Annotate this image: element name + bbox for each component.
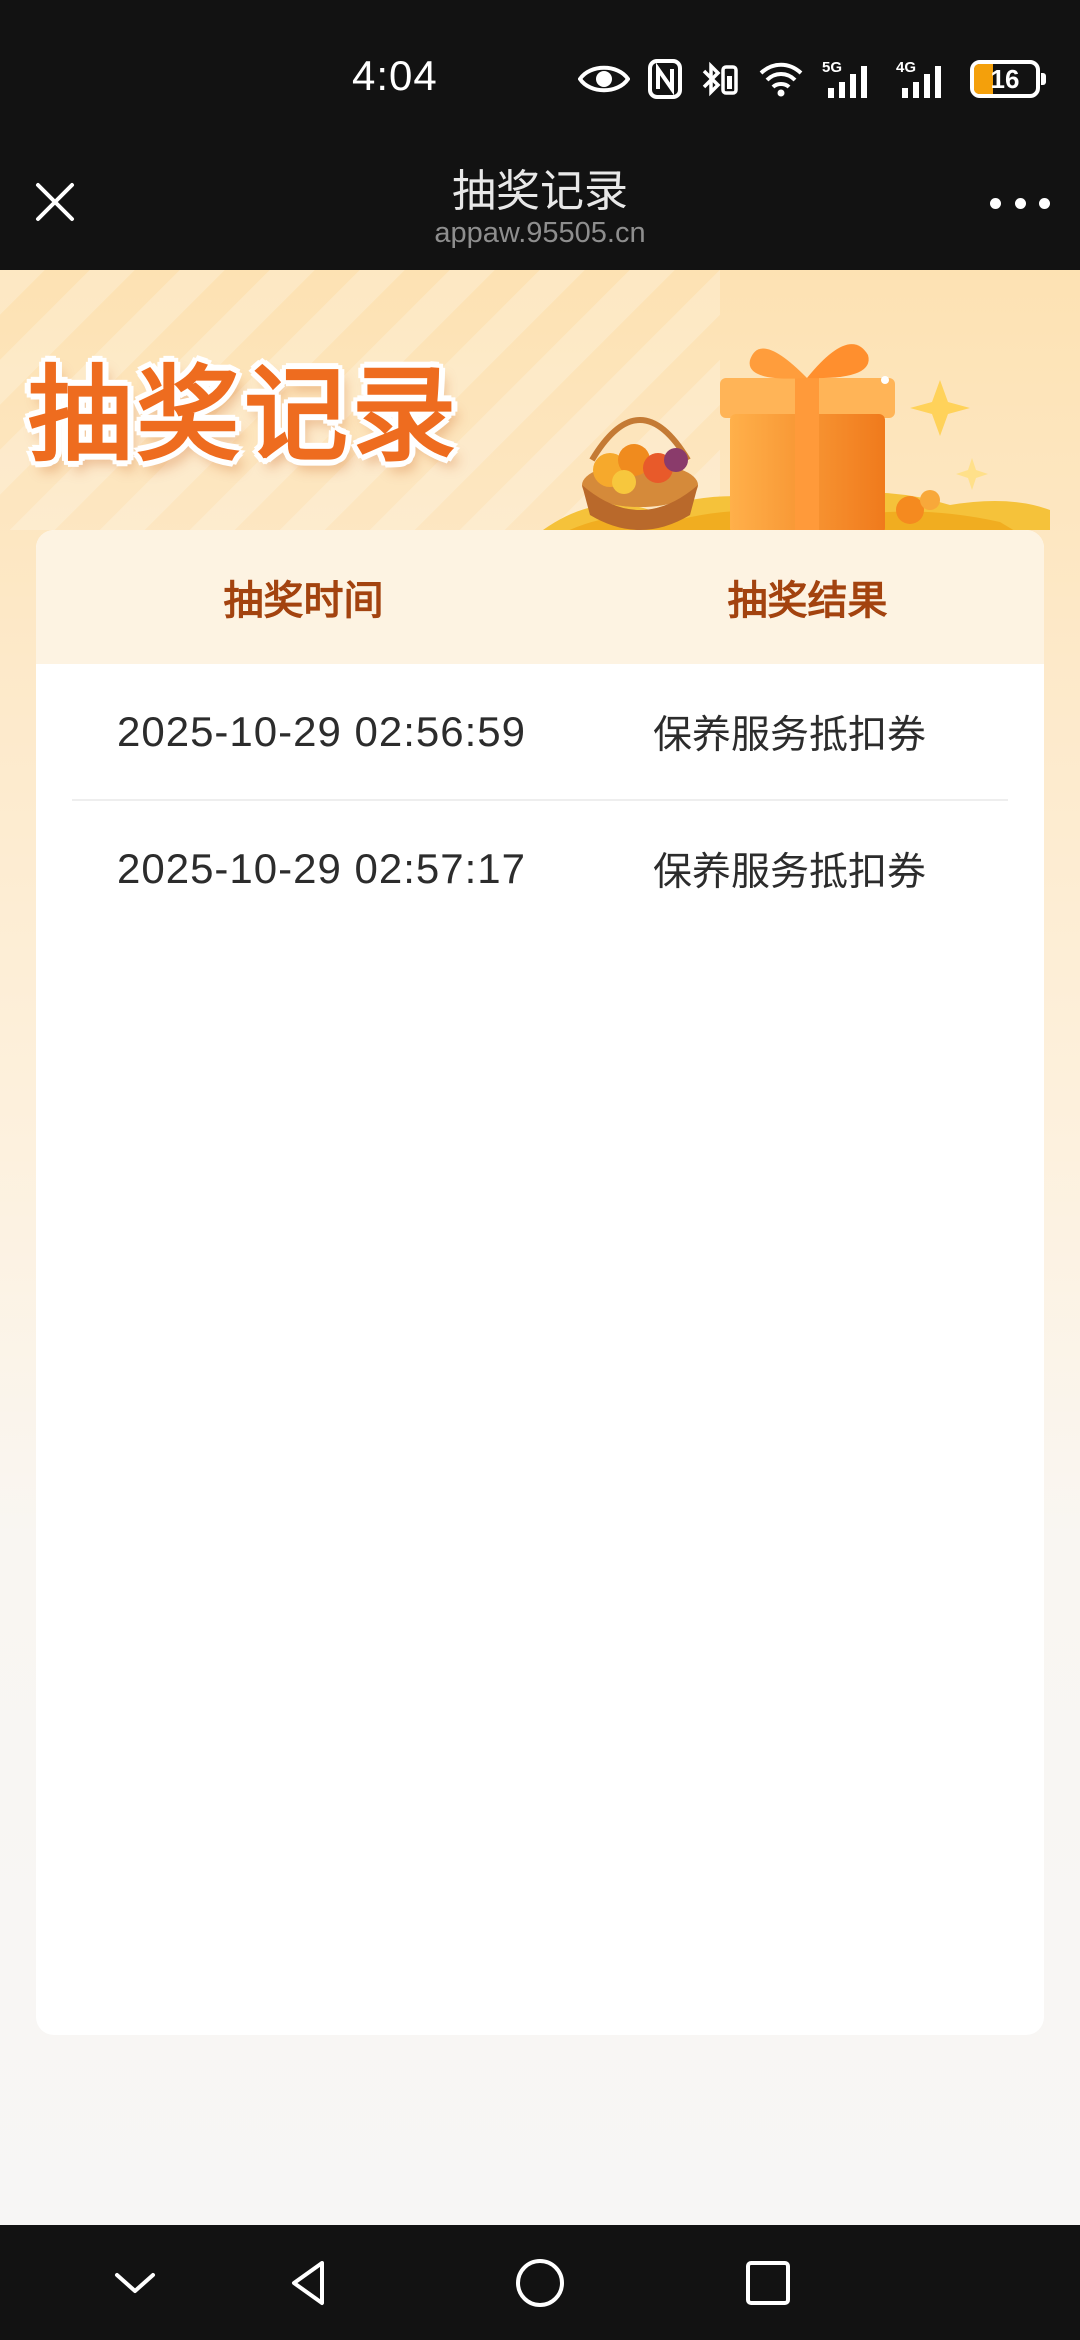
page-content: 抽奖记录 抽奖时间 抽奖结果 2025-10-29 02:56:59 保养服务抵… bbox=[0, 270, 1080, 2225]
title-bar: 抽奖记录 appaw.95505.cn bbox=[0, 155, 1080, 270]
table-header: 抽奖时间 抽奖结果 bbox=[36, 530, 1044, 664]
draw-time-cell: 2025-10-29 02:57:17 bbox=[117, 844, 526, 892]
signal-4g-icon: 4G bbox=[896, 57, 952, 101]
bluetooth-icon bbox=[700, 57, 740, 101]
battery-level: 16 bbox=[990, 63, 1020, 94]
status-icons: 5G 4G 16 bbox=[578, 54, 1046, 104]
nfc-icon bbox=[648, 57, 682, 101]
more-options-button[interactable] bbox=[990, 185, 1050, 221]
more-dot-icon bbox=[990, 197, 1001, 209]
banner-title: 抽奖记录 bbox=[28, 353, 461, 476]
banner: 抽奖记录 bbox=[0, 270, 1080, 530]
nav-back-button[interactable] bbox=[282, 2255, 338, 2311]
chevron-down-icon bbox=[115, 2273, 155, 2293]
recents-square-icon bbox=[746, 2261, 790, 2305]
table-body: 2025-10-29 02:56:59 保养服务抵扣券 2025-10-29 0… bbox=[36, 664, 1044, 936]
page-url: appaw.95505.cn bbox=[434, 217, 646, 249]
gift-box-illustration bbox=[543, 344, 1050, 530]
eye-icon bbox=[578, 57, 630, 101]
back-triangle-icon bbox=[292, 2261, 324, 2305]
table-row: 2025-10-29 02:56:59 保养服务抵扣券 bbox=[72, 664, 1008, 801]
column-header-time: 抽奖时间 bbox=[223, 578, 384, 624]
records-card: 抽奖时间 抽奖结果 2025-10-29 02:56:59 保养服务抵扣券 20… bbox=[36, 530, 1044, 2035]
more-dot-icon bbox=[1014, 197, 1026, 209]
nav-home-button[interactable] bbox=[512, 2255, 568, 2311]
more-dot-icon bbox=[1039, 197, 1050, 209]
table-row: 2025-10-29 02:57:17 保养服务抵扣券 bbox=[72, 801, 1008, 936]
system-nav-bar bbox=[0, 2225, 1080, 2340]
signal-5g-icon: 5G bbox=[822, 57, 878, 101]
status-time: 4:04 bbox=[352, 52, 438, 99]
home-circle-icon bbox=[516, 2259, 564, 2307]
draw-time-cell: 2025-10-29 02:56:59 bbox=[117, 707, 526, 755]
status-bar: 4:04 5G 4G 16 bbox=[0, 0, 1080, 155]
column-header-result: 抽奖结果 bbox=[727, 578, 888, 624]
wifi-icon bbox=[758, 57, 804, 101]
battery-indicator: 16 bbox=[970, 60, 1046, 98]
svg-text:4G: 4G bbox=[896, 59, 916, 76]
draw-result-cell: 保养服务抵扣券 bbox=[652, 712, 926, 758]
nav-recents-button[interactable] bbox=[740, 2255, 796, 2311]
nav-collapse-button[interactable] bbox=[107, 2255, 163, 2311]
svg-text:5G: 5G bbox=[822, 59, 842, 76]
draw-result-cell: 保养服务抵扣券 bbox=[652, 849, 926, 895]
page-title: 抽奖记录 bbox=[452, 166, 628, 217]
